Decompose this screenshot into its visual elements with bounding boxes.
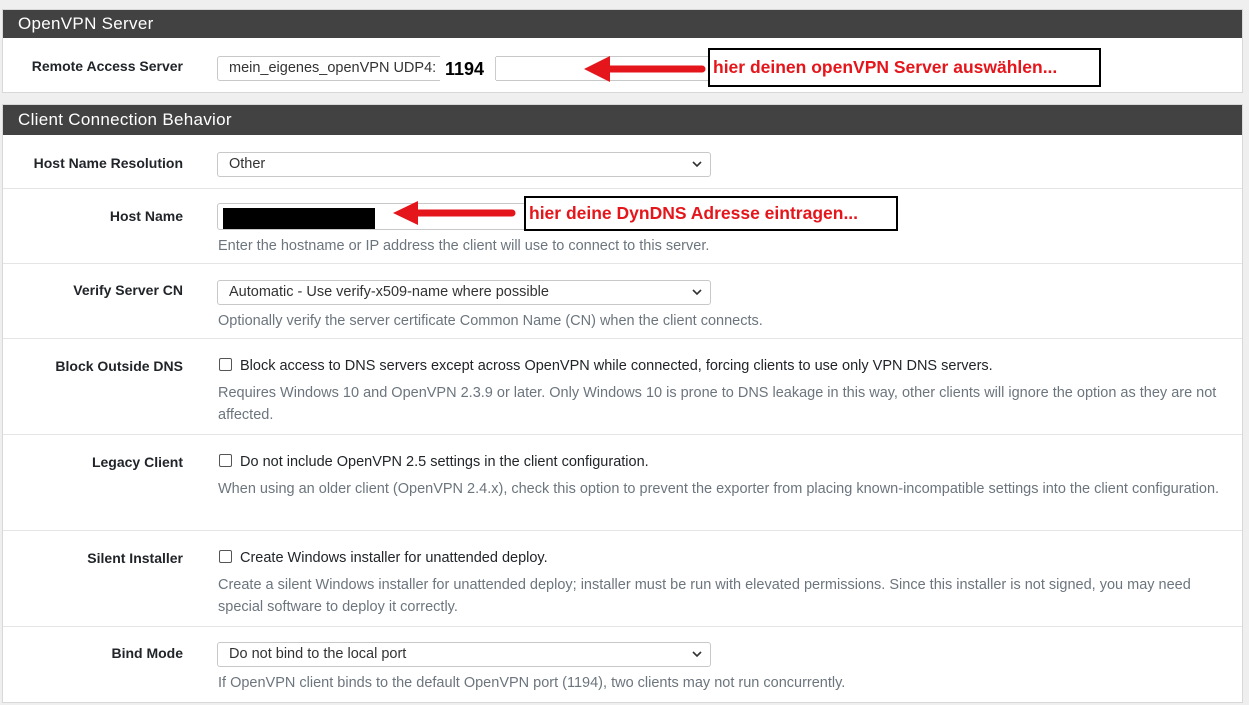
host-name-resolution-label: Host Name Resolution <box>33 155 183 171</box>
verify-server-cn-select[interactable]: Automatic - Use verify-x509-name where p… <box>217 280 711 305</box>
panel-heading: OpenVPN Server <box>3 10 1242 38</box>
annotation-select-server: hier deinen openVPN Server auswählen... <box>708 48 1101 87</box>
silent-installer-label: Silent Installer <box>87 550 183 566</box>
remote-access-server-label: Remote Access Server <box>31 58 183 74</box>
verify-server-cn-label: Verify Server CN <box>73 282 183 298</box>
host-name-resolution-select[interactable]: Other <box>217 152 711 177</box>
chevron-down-icon <box>692 289 702 296</box>
block-outside-dns-option: Block access to DNS servers except acros… <box>219 356 1230 376</box>
block-outside-dns-checkbox[interactable] <box>219 358 232 371</box>
chevron-down-icon <box>692 161 702 168</box>
remote-access-server-port: 1194 <box>440 56 496 82</box>
annotation-dyndns: hier deine DynDNS Adresse eintragen... <box>524 196 898 231</box>
chevron-down-icon <box>692 651 702 658</box>
legacy-client-label: Legacy Client <box>91 454 183 470</box>
verify-server-cn-row: Verify Server CN Automatic - Use verify-… <box>3 264 1242 339</box>
verify-server-cn-help: Optionally verify the server certificate… <box>218 313 763 329</box>
silent-installer-row: Silent Installer Create Windows installe… <box>3 531 1242 627</box>
bind-mode-row: Bind Mode Do not bind to the local port … <box>3 627 1242 702</box>
legacy-client-help: When using an older client (OpenVPN 2.4.… <box>218 481 1220 497</box>
host-name-resolution-value: Other <box>229 156 266 172</box>
panel-heading: Client Connection Behavior <box>3 105 1242 135</box>
block-outside-dns-text: Block access to DNS servers except acros… <box>240 358 993 374</box>
block-outside-dns-row: Block Outside DNS Block access to DNS se… <box>3 339 1242 435</box>
client-connection-panel: Client Connection Behavior Host Name Res… <box>2 104 1243 703</box>
legacy-client-text: Do not include OpenVPN 2.5 settings in t… <box>240 454 649 470</box>
block-outside-dns-help: Requires Windows 10 and OpenVPN 2.3.9 or… <box>218 385 1217 423</box>
arrow-left-icon <box>584 56 706 82</box>
host-name-resolution-row: Host Name Resolution Other <box>3 135 1242 189</box>
bind-mode-help: If OpenVPN client binds to the default O… <box>218 675 846 691</box>
silent-installer-help: Create a silent Windows installer for un… <box>218 577 1191 615</box>
verify-server-cn-value: Automatic - Use verify-x509-name where p… <box>229 284 549 300</box>
redacted-value <box>223 208 375 229</box>
bind-mode-label: Bind Mode <box>111 645 183 661</box>
host-name-help: Enter the hostname or IP address the cli… <box>218 238 710 254</box>
remote-access-server-value: mein_eigenes_openVPN UDP4: <box>229 60 437 76</box>
bind-mode-select[interactable]: Do not bind to the local port <box>217 642 711 667</box>
silent-installer-text: Create Windows installer for unattended … <box>240 550 548 566</box>
silent-installer-checkbox[interactable] <box>219 550 232 563</box>
legacy-client-checkbox[interactable] <box>219 454 232 467</box>
silent-installer-option: Create Windows installer for unattended … <box>219 548 1230 568</box>
block-outside-dns-label: Block Outside DNS <box>55 358 183 374</box>
legacy-client-row: Legacy Client Do not include OpenVPN 2.5… <box>3 435 1242 531</box>
host-name-label: Host Name <box>109 208 183 224</box>
bind-mode-value: Do not bind to the local port <box>229 646 407 662</box>
arrow-left-icon <box>393 201 516 225</box>
separator <box>495 57 496 80</box>
legacy-client-option: Do not include OpenVPN 2.5 settings in t… <box>219 452 1230 472</box>
